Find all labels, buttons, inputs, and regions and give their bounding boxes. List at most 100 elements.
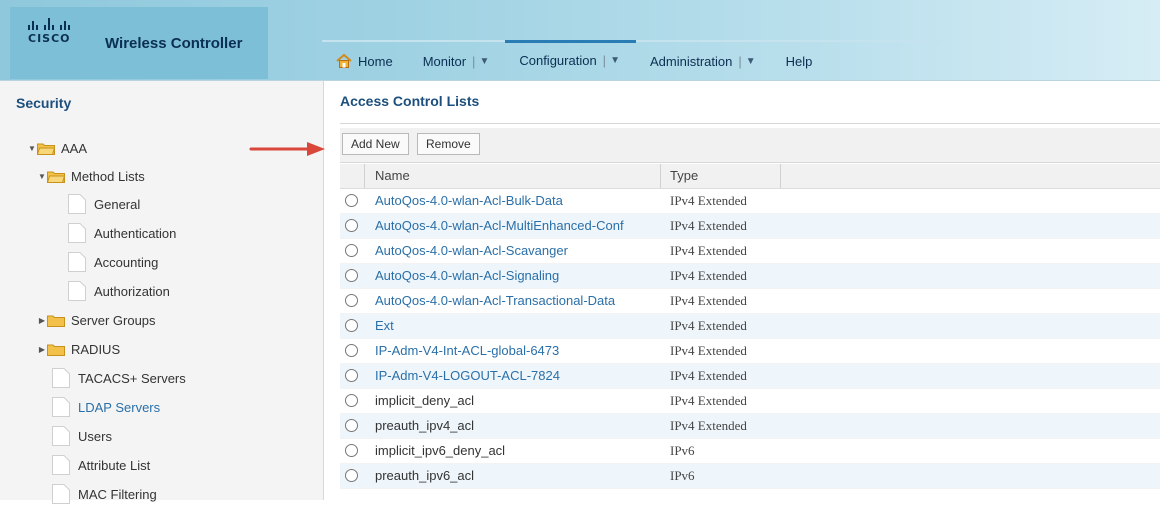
row-radio-button[interactable] (345, 419, 358, 432)
sidebar-item-users[interactable]: Users (52, 425, 112, 447)
acl-type: IPv4 Extended (670, 193, 747, 208)
acl-type: IPv4 Extended (670, 243, 747, 258)
chevron-down-icon: ▼ (610, 55, 620, 66)
column-header-type[interactable]: Type (670, 168, 698, 183)
row-radio-button[interactable] (345, 269, 358, 282)
row-radio-button[interactable] (345, 469, 358, 482)
sidebar-item-general[interactable]: General (68, 193, 140, 215)
acl-type: IPv6 (670, 443, 695, 458)
sidebar-item-label: AAA (61, 140, 88, 156)
nav-help[interactable]: Help (772, 43, 829, 79)
sidebar-item-label: TACACS+ Servers (78, 370, 186, 386)
home-icon (336, 54, 352, 68)
row-radio-button[interactable] (345, 394, 358, 407)
acl-type: IPv6 (670, 468, 695, 483)
sidebar-item-label: Accounting (94, 254, 159, 270)
sidebar-item-label: Authorization (94, 283, 170, 299)
sidebar-item-radius[interactable]: ▶ RADIUS (37, 338, 120, 360)
document-icon (68, 252, 86, 272)
table-row[interactable]: Ext IPv4 Extended (340, 314, 1160, 339)
acl-name: preauth_ipv6_acl (375, 468, 475, 483)
row-radio-button[interactable] (345, 194, 358, 207)
table-row[interactable]: preauth_ipv6_acl IPv6 (340, 464, 1160, 489)
document-icon (52, 368, 70, 388)
document-icon (68, 223, 86, 243)
sidebar-item-attribute-list[interactable]: Attribute List (52, 454, 150, 476)
nav-administration[interactable]: Administration | ▼ (636, 43, 772, 79)
nav-monitor[interactable]: Monitor | ▼ (409, 43, 506, 79)
menu-separator: | (738, 53, 742, 69)
chevron-down-icon: ▼ (479, 55, 490, 67)
row-radio-button[interactable] (345, 319, 358, 332)
acl-name-link[interactable]: AutoQos-4.0-wlan-Acl-Scavanger (375, 243, 568, 258)
expand-arrow-right-icon[interactable]: ▶ (37, 316, 47, 325)
acl-name-link[interactable]: AutoQos-4.0-wlan-Acl-MultiEnhanced-Conf (375, 218, 624, 233)
row-radio-button[interactable] (345, 294, 358, 307)
menu-separator: | (602, 53, 607, 68)
row-radio-button[interactable] (345, 369, 358, 382)
sidebar-item-method-lists[interactable]: ▼ Method Lists (37, 165, 145, 187)
sidebar-item-server-groups[interactable]: ▶ Server Groups (37, 309, 156, 331)
menu-separator: | (472, 53, 476, 69)
sidebar-item-accounting[interactable]: Accounting (68, 251, 158, 273)
table-row[interactable]: implicit_deny_acl IPv4 Extended (340, 389, 1160, 414)
table-row[interactable]: implicit_ipv6_deny_acl IPv6 (340, 439, 1160, 464)
acl-name-link[interactable]: IP-Adm-V4-LOGOUT-ACL-7824 (375, 368, 560, 383)
sidebar-item-mac-filtering[interactable]: MAC Filtering (52, 483, 157, 505)
add-new-button[interactable]: Add New (342, 133, 409, 155)
sidebar-item-aaa[interactable]: ▼ AAA (27, 137, 87, 159)
acl-name-link[interactable]: AutoQos-4.0-wlan-Acl-Signaling (375, 268, 559, 283)
table-row[interactable]: AutoQos-4.0-wlan-Acl-MultiEnhanced-Conf I… (340, 214, 1160, 239)
acl-name: implicit_deny_acl (375, 393, 474, 408)
table-row[interactable]: IP-Adm-V4-Int-ACL-global-6473 IPv4 Extend… (340, 339, 1160, 364)
document-icon (52, 455, 70, 475)
cisco-logo: CISCO (28, 16, 98, 50)
acl-name-link[interactable]: AutoQos-4.0-wlan-Acl-Transactional-Data (375, 293, 615, 308)
table-row[interactable]: IP-Adm-V4-LOGOUT-ACL-7824 IPv4 Extended (340, 364, 1160, 389)
column-divider (364, 164, 365, 188)
nav-configuration[interactable]: Configuration | ▼ (505, 39, 636, 79)
column-divider (660, 164, 661, 188)
acl-type: IPv4 Extended (670, 418, 747, 433)
acl-type: IPv4 Extended (670, 393, 747, 408)
document-icon (68, 194, 86, 214)
nav-help-label: Help (785, 53, 813, 69)
title-divider (340, 123, 1160, 124)
main-nav: Home Monitor | ▼ Configuration | ▼ Admin… (322, 39, 942, 80)
sidebar-item-authorization[interactable]: Authorization (68, 280, 170, 302)
acl-type: IPv4 Extended (670, 343, 747, 358)
acl-name-link[interactable]: AutoQos-4.0-wlan-Acl-Bulk-Data (375, 193, 563, 208)
page-title: Access Control Lists (340, 93, 480, 109)
row-radio-button[interactable] (345, 444, 358, 457)
nav-home-label: Home (358, 53, 393, 69)
expand-arrow-down-icon[interactable]: ▼ (27, 144, 37, 153)
table-header: Name Type (340, 164, 1160, 189)
table-row[interactable]: AutoQos-4.0-wlan-Acl-Signaling IPv4 Exten… (340, 264, 1160, 289)
expand-arrow-down-icon[interactable]: ▼ (37, 172, 47, 181)
acl-type: IPv4 Extended (670, 268, 747, 283)
folder-open-icon (47, 171, 65, 183)
table-row[interactable]: AutoQos-4.0-wlan-Acl-Scavanger IPv4 Exten… (340, 239, 1160, 264)
logo-wordmark: CISCO (28, 32, 71, 45)
acl-type: IPv4 Extended (670, 368, 747, 383)
row-radio-button[interactable] (345, 244, 358, 257)
sidebar-item-tacacs-servers[interactable]: TACACS+ Servers (52, 367, 186, 389)
chevron-down-icon: ▼ (745, 55, 756, 67)
column-header-name[interactable]: Name (375, 168, 410, 183)
table-row[interactable]: preauth_ipv4_acl IPv4 Extended (340, 414, 1160, 439)
row-radio-button[interactable] (345, 219, 358, 232)
acl-name-link[interactable]: IP-Adm-V4-Int-ACL-global-6473 (375, 343, 559, 358)
folder-open-icon (37, 143, 55, 155)
expand-arrow-right-icon[interactable]: ▶ (37, 345, 47, 354)
acl-name-link[interactable]: Ext (375, 318, 394, 333)
table-row[interactable]: AutoQos-4.0-wlan-Acl-Bulk-Data IPv4 Exten… (340, 189, 1160, 214)
acl-type: IPv4 Extended (670, 218, 747, 233)
nav-home[interactable]: Home (322, 43, 409, 79)
sidebar-item-ldap-servers[interactable]: LDAP Servers (52, 396, 160, 418)
row-radio-button[interactable] (345, 344, 358, 357)
nav-administration-label: Administration (649, 53, 733, 69)
remove-button[interactable]: Remove (417, 133, 480, 155)
sidebar-item-authentication[interactable]: Authentication (68, 222, 176, 244)
sidebar-item-label: LDAP Servers (78, 399, 161, 415)
table-row[interactable]: AutoQos-4.0-wlan-Acl-Transactional-Data I… (340, 289, 1160, 314)
